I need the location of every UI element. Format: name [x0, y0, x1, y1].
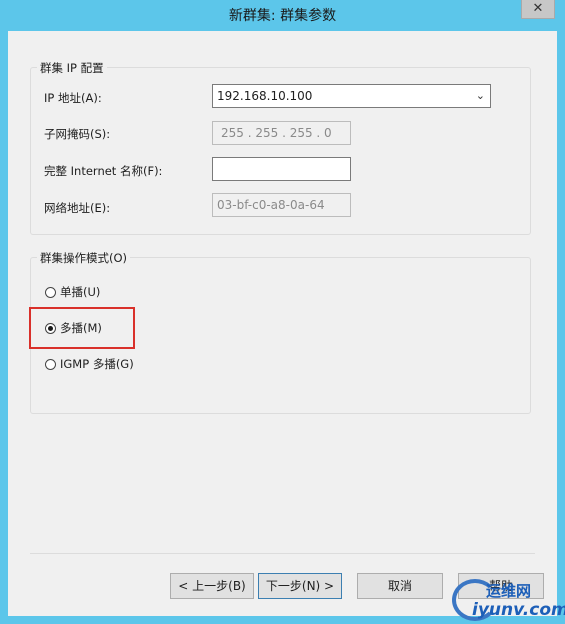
back-button[interactable]: < 上一步(B)	[170, 573, 254, 599]
dialog-window: 新群集: 群集参数 ✕ 群集 IP 配置 IP 地址(A): 192.168.1…	[0, 0, 565, 624]
title-bar[interactable]: 新群集: 群集参数 ✕	[0, 0, 565, 27]
highlight-box	[29, 307, 135, 349]
cancel-button[interactable]: 取消	[357, 573, 443, 599]
subnet-mask-value: 255 . 255 . 255 . 0	[221, 126, 332, 140]
ip-config-legend: 群集 IP 配置	[37, 60, 107, 76]
next-button[interactable]: 下一步(N) >	[258, 573, 342, 599]
fqdn-label: 完整 Internet 名称(F):	[44, 164, 163, 178]
ip-address-label: IP 地址(A):	[44, 91, 102, 105]
subnet-mask-label: 子网掩码(S):	[44, 127, 111, 141]
watermark-line1: 运维网	[486, 582, 532, 600]
radio-unicast[interactable]: 单播(U)	[45, 284, 135, 302]
network-address-field: 03-bf-c0-a8-0a-64	[212, 193, 351, 217]
radio-igmp-button[interactable]	[45, 359, 56, 370]
ip-address-value: 192.168.10.100	[217, 89, 313, 103]
network-address-label: 网络地址(E):	[44, 201, 111, 215]
network-address-value: 03-bf-c0-a8-0a-64	[217, 198, 325, 212]
watermark-logo: 运维网 iyunv.com	[452, 575, 565, 623]
radio-igmp-multicast[interactable]: IGMP 多播(G)	[45, 356, 165, 374]
operation-mode-legend: 群集操作模式(O)	[37, 250, 131, 266]
window-title: 新群集: 群集参数	[228, 8, 337, 24]
bottom-separator	[30, 553, 535, 554]
ip-config-group: 群集 IP 配置 IP 地址(A): 192.168.10.100 ⌄ 子网掩码…	[30, 60, 531, 235]
subnet-mask-field: 255 . 255 . 255 . 0	[212, 121, 351, 145]
chevron-down-icon[interactable]: ⌄	[476, 85, 485, 107]
close-icon: ✕	[532, 1, 544, 16]
close-button[interactable]: ✕	[521, 0, 555, 19]
radio-unicast-label: 单播(U)	[60, 285, 101, 299]
dialog-body: 群集 IP 配置 IP 地址(A): 192.168.10.100 ⌄ 子网掩码…	[8, 31, 557, 616]
fqdn-input[interactable]	[212, 157, 351, 181]
radio-igmp-label: IGMP 多播(G)	[60, 357, 134, 371]
radio-unicast-button[interactable]	[45, 287, 56, 298]
ip-address-select[interactable]: 192.168.10.100 ⌄	[212, 84, 491, 108]
watermark-line2: iyunv.com	[472, 600, 565, 620]
